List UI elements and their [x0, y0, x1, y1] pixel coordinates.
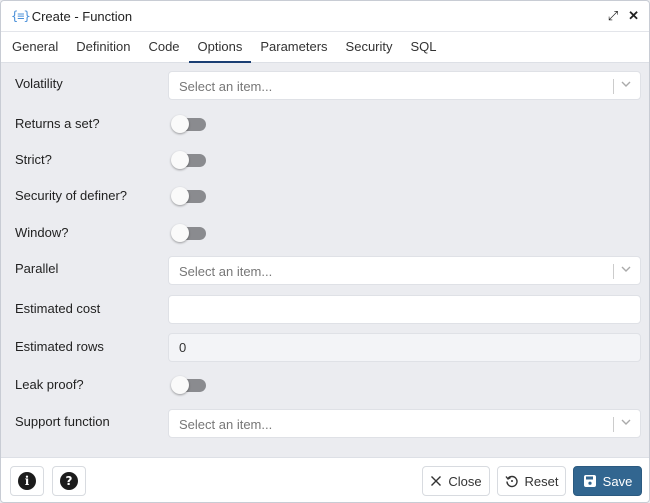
window-label: Window?: [15, 225, 68, 240]
estimated-cost-label: Estimated cost: [15, 301, 100, 316]
parallel-select[interactable]: Select an item...: [168, 256, 641, 285]
volatility-placeholder: Select an item...: [179, 79, 272, 94]
tab-code[interactable]: Code: [139, 32, 188, 63]
parallel-label: Parallel: [15, 261, 58, 276]
support-function-placeholder: Select an item...: [179, 417, 272, 432]
select-separator: [613, 417, 614, 432]
help-icon: ?: [60, 472, 78, 490]
toggle-knob: [171, 187, 189, 205]
reset-button-label: Reset: [525, 474, 559, 489]
chevron-down-icon: [620, 263, 632, 275]
returns-set-label: Returns a set?: [15, 116, 100, 131]
volatility-select[interactable]: Select an item...: [168, 71, 641, 100]
toggle-knob: [171, 151, 189, 169]
estimated-cost-input[interactable]: [168, 295, 641, 324]
window-toggle[interactable]: [171, 224, 206, 242]
dialog-footer: i ? Close Reset Save: [1, 457, 649, 503]
save-button[interactable]: Save: [573, 466, 642, 496]
options-form: Volatility Select an item... Returns a s…: [1, 63, 649, 457]
toggle-knob: [171, 115, 189, 133]
security-definer-toggle[interactable]: [171, 187, 206, 205]
info-button[interactable]: i: [10, 466, 44, 496]
security-definer-label: Security of definer?: [15, 188, 127, 203]
select-separator: [613, 264, 614, 279]
tab-options[interactable]: Options: [189, 32, 252, 63]
returns-set-toggle[interactable]: [171, 115, 206, 133]
title-bar[interactable]: {≡} Create - Function ⤢ ✕: [1, 1, 649, 32]
support-function-label: Support function: [15, 414, 110, 429]
chevron-down-icon: [620, 416, 632, 428]
reset-button[interactable]: Reset: [497, 466, 566, 496]
create-function-dialog: {≡} Create - Function ⤢ ✕ General Defini…: [0, 0, 650, 503]
close-x-icon: [430, 475, 442, 487]
tab-security[interactable]: Security: [337, 32, 402, 63]
reset-icon: [505, 474, 519, 488]
strict-toggle[interactable]: [171, 151, 206, 169]
close-button[interactable]: Close: [422, 466, 490, 496]
select-separator: [613, 79, 614, 94]
toggle-knob: [171, 224, 189, 242]
tab-definition[interactable]: Definition: [67, 32, 139, 63]
tab-general[interactable]: General: [3, 32, 67, 63]
leak-proof-label: Leak proof?: [15, 377, 84, 392]
toggle-knob: [171, 376, 189, 394]
estimated-rows-input[interactable]: 0: [168, 333, 641, 362]
tab-bar: General Definition Code Options Paramete…: [1, 32, 649, 63]
expand-icon[interactable]: ⤢: [608, 8, 618, 24]
tab-sql[interactable]: SQL: [402, 32, 446, 63]
estimated-rows-label: Estimated rows: [15, 339, 104, 354]
info-icon: i: [18, 472, 36, 490]
help-button[interactable]: ?: [52, 466, 86, 496]
dialog-title: Create - Function: [32, 9, 132, 24]
save-icon: [583, 474, 597, 488]
function-braces-icon: {≡}: [11, 9, 30, 23]
support-function-select[interactable]: Select an item...: [168, 409, 641, 438]
parallel-placeholder: Select an item...: [179, 264, 272, 279]
close-button-label: Close: [448, 474, 481, 489]
volatility-label: Volatility: [15, 76, 63, 91]
chevron-down-icon: [620, 78, 632, 90]
close-icon[interactable]: ✕: [628, 8, 639, 24]
save-button-label: Save: [603, 474, 633, 489]
tab-parameters[interactable]: Parameters: [251, 32, 336, 63]
leak-proof-toggle[interactable]: [171, 376, 206, 394]
strict-label: Strict?: [15, 152, 52, 167]
